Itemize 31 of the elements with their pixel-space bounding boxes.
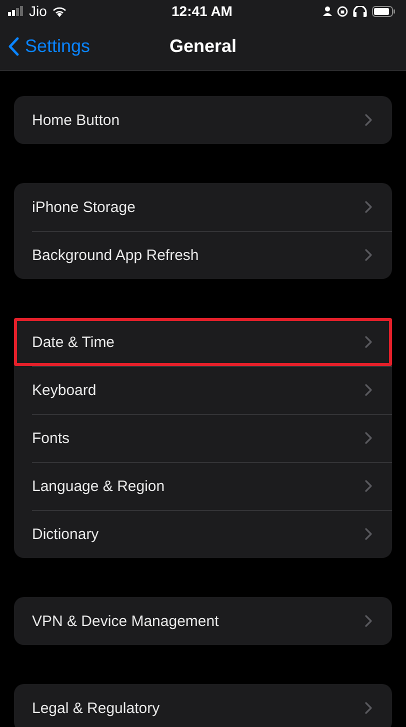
settings-row[interactable]: Keyboard xyxy=(14,366,392,414)
headphones-icon xyxy=(352,6,367,16)
chevron-right-icon xyxy=(365,114,372,126)
chevron-left-icon xyxy=(8,36,19,56)
chevron-right-icon xyxy=(365,432,372,444)
settings-row[interactable]: Background App Refresh xyxy=(14,231,392,279)
settings-row[interactable]: Fonts xyxy=(14,414,392,462)
page-title: General xyxy=(169,36,237,56)
settings-row[interactable]: Date & Time xyxy=(14,318,392,366)
chevron-right-icon xyxy=(365,201,372,213)
settings-row[interactable]: iPhone Storage xyxy=(14,183,392,231)
chevron-right-icon xyxy=(365,384,372,396)
chevron-right-icon xyxy=(365,480,372,492)
chevron-right-icon xyxy=(365,528,372,540)
back-button[interactable]: Settings xyxy=(0,36,90,56)
battery-icon xyxy=(372,6,396,16)
settings-row[interactable]: Dictionary xyxy=(14,510,392,558)
settings-row[interactable]: Home Button xyxy=(14,96,392,144)
settings-row[interactable]: Legal & Regulatory xyxy=(14,684,392,727)
chevron-right-icon xyxy=(365,336,372,348)
lock-rotation-icon xyxy=(336,6,348,16)
chevron-right-icon xyxy=(365,702,372,714)
signal-icon xyxy=(8,6,24,16)
status-time: 12:41 AM xyxy=(172,3,232,19)
settings-row[interactable]: VPN & Device Management xyxy=(14,597,392,645)
carrier-name: Jio xyxy=(29,3,47,19)
wifi-icon xyxy=(52,6,67,16)
person-icon xyxy=(322,6,332,16)
chevron-right-icon xyxy=(365,249,372,261)
chevron-right-icon xyxy=(365,615,372,627)
settings-row[interactable]: Language & Region xyxy=(14,462,392,510)
